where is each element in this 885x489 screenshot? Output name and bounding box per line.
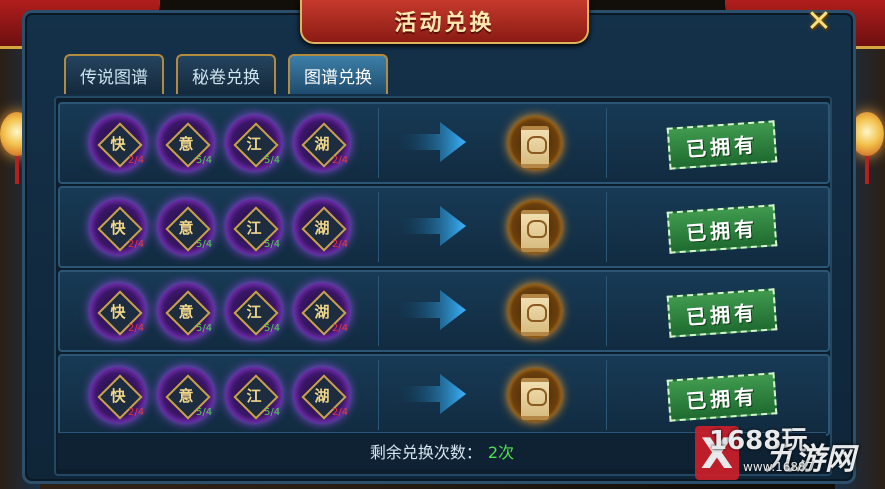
scroll-emblem [527,220,547,238]
fragment-orb-icon[interactable]: 湖 2/4 [294,115,350,171]
fragment-orb-icon[interactable]: 快 2/4 [90,367,146,423]
fragment-orb-icon[interactable]: 江 5/4 [226,199,282,255]
fragment-orb-icon[interactable]: 湖 2/4 [294,199,350,255]
scroll-emblem [527,136,547,154]
exchange-row: 快 2/4 意 5/4 江 5/4 湖 2/4 已拥有 [58,270,830,352]
fragment-count: 5/4 [264,407,281,418]
fragment-orb-icon[interactable]: 意 5/4 [158,367,214,423]
reward-scroll-icon[interactable] [508,116,562,170]
fragment-orb-icon[interactable]: 意 5/4 [158,115,214,171]
panel-title: 活动兑换 [394,11,495,36]
scroll-emblem [527,304,547,322]
fragment-orb-icon[interactable]: 快 2/4 [90,199,146,255]
fragment-count: 5/4 [264,155,281,166]
fragment-orb-icon[interactable]: 快 2/4 [90,283,146,339]
right-arrow-icon [396,122,466,162]
fragment-count: 2/4 [128,155,145,166]
fragment-orb-icon[interactable]: 江 5/4 [226,115,282,171]
column-divider [378,276,379,346]
tab-label: 图谱兑换 [304,67,372,88]
fragment-count: 5/4 [196,323,213,334]
tab-secret-scroll-exchange[interactable]: 秘卷兑换 [176,54,276,94]
fragment-count: 2/4 [128,407,145,418]
column-divider [606,276,607,346]
remaining-exchanges-value: 2次 [487,443,515,462]
watermark-text-3: www.16887 [743,460,814,474]
reward-scroll-icon[interactable] [508,284,562,338]
exchange-row: 快 2/4 意 5/4 江 5/4 湖 2/4 已拥有 [58,102,830,184]
fragment-count: 2/4 [332,323,349,334]
column-divider [606,192,607,262]
remaining-exchanges-label: 剩余兑换次数： [369,443,482,462]
fragment-orb-icon[interactable]: 意 5/4 [158,199,214,255]
tab-label: 秘卷兑换 [192,67,260,88]
fragment-orb-icon[interactable]: 湖 2/4 [294,283,350,339]
right-arrow-icon [396,206,466,246]
fragment-count: 2/4 [332,155,349,166]
fragment-count: 2/4 [332,407,349,418]
owned-stamp: 已拥有 [666,204,778,254]
fragment-count: 5/4 [196,155,213,166]
scroll-emblem [527,388,547,406]
fragment-orb-icon[interactable]: 江 5/4 [226,283,282,339]
column-divider [378,360,379,430]
fragment-orb-icon[interactable]: 湖 2/4 [294,367,350,423]
fragment-orb-icon[interactable]: 意 5/4 [158,283,214,339]
owned-stamp: 已拥有 [666,288,778,338]
fragment-count: 5/4 [196,239,213,250]
column-divider [606,360,607,430]
fragment-orb-icon[interactable]: 快 2/4 [90,115,146,171]
watermark-logo: X 1688玩 九游网 www.16887 [695,420,875,486]
fragment-count: 2/4 [332,239,349,250]
owned-stamp: 已拥有 [666,120,778,170]
fragment-count: 2/4 [128,239,145,250]
title-plate: 活动兑换 [300,0,589,44]
fragment-orb-icon[interactable]: 江 5/4 [226,367,282,423]
right-arrow-icon [396,374,466,414]
tab-atlas-exchange[interactable]: 图谱兑换 [288,54,388,94]
exchange-list: 快 2/4 意 5/4 江 5/4 湖 2/4 已拥有快 2/4 意 5/4 江 5/4 湖 2/4 已拥有快 2… [54,96,832,476]
fragment-count: 5/4 [264,323,281,334]
reward-scroll-icon[interactable] [508,200,562,254]
tab-label: 传说图谱 [80,67,148,88]
right-arrow-icon [396,290,466,330]
reward-scroll-icon[interactable] [508,368,562,422]
fragment-count: 2/4 [128,323,145,334]
owned-stamp: 已拥有 [666,372,778,422]
close-button[interactable]: ✕ [800,3,838,39]
tab-legend-atlas[interactable]: 传说图谱 [64,54,164,94]
fragment-count: 5/4 [264,239,281,250]
column-divider [378,192,379,262]
close-x-icon: ✕ [806,3,832,39]
column-divider [378,108,379,178]
exchange-row: 快 2/4 意 5/4 江 5/4 湖 2/4 已拥有 [58,186,830,268]
tab-bar: 传说图谱 秘卷兑换 图谱兑换 [64,54,388,94]
column-divider [606,108,607,178]
fragment-count: 5/4 [196,407,213,418]
